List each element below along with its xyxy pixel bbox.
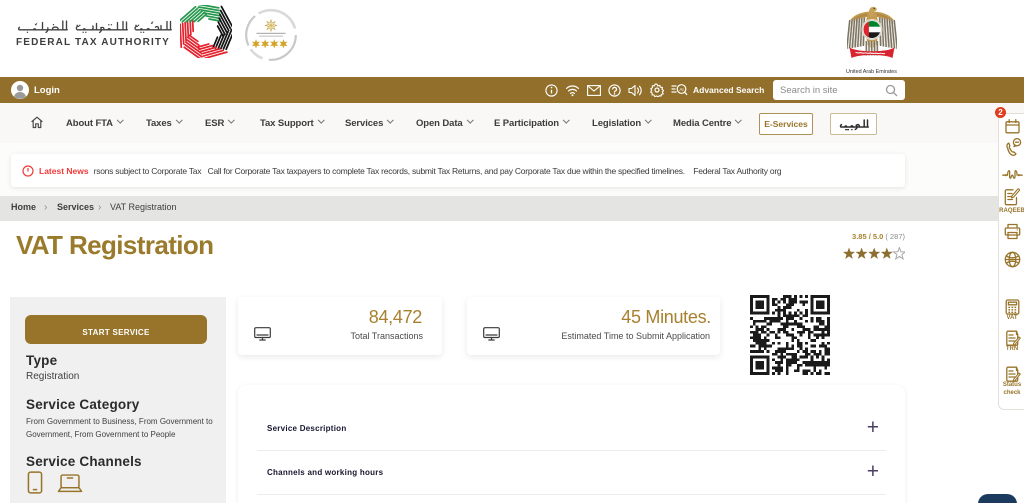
svg-text:AI: AI (679, 87, 683, 92)
